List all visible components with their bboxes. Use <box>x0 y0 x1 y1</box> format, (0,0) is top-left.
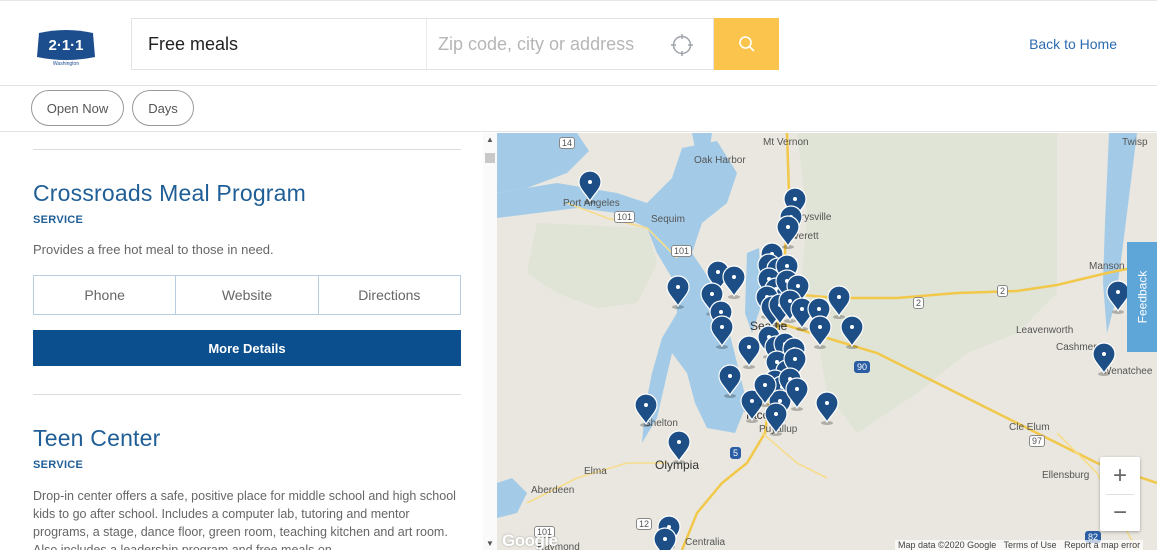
result-description: Provides a free hot meal to those in nee… <box>33 242 274 257</box>
feedback-label: Feedback <box>1135 270 1150 324</box>
map-pin-icon[interactable] <box>808 315 832 349</box>
divider <box>33 149 461 150</box>
search-button[interactable] <box>714 18 779 70</box>
results-scrollbar[interactable]: ▲ ▼ <box>483 133 497 550</box>
result-type: SERVICE <box>33 459 84 471</box>
logo-text: 2·1·1 <box>48 37 83 54</box>
open-now-filter[interactable]: Open Now <box>31 90 124 126</box>
back-to-home-link[interactable]: Back to Home <box>1029 36 1117 52</box>
map-pin-icon[interactable] <box>776 215 800 249</box>
crosshair-icon[interactable] <box>670 33 694 57</box>
phone-button[interactable]: Phone <box>34 276 177 314</box>
results-list: Crossroads Meal Program SERVICE Provides… <box>0 133 482 550</box>
zoom-control: + − <box>1100 457 1140 531</box>
map-pin-icon[interactable] <box>737 335 761 369</box>
map-pin-icon[interactable] <box>827 285 851 319</box>
search-icon <box>738 36 755 52</box>
map-pin-icon[interactable] <box>578 170 602 204</box>
scroll-down-icon[interactable]: ▼ <box>486 539 494 548</box>
zoom-out-button[interactable]: − <box>1100 494 1140 531</box>
map-pin-icon[interactable] <box>764 402 788 436</box>
search-input[interactable]: Free meals <box>131 18 426 70</box>
logo-subtext: Washington <box>53 61 79 67</box>
header-topline <box>0 0 1157 1</box>
map-pin-icon[interactable] <box>653 527 677 550</box>
directions-button[interactable]: Directions <box>319 276 460 314</box>
days-filter[interactable]: Days <box>132 90 194 126</box>
filter-bar: Open Now Days <box>0 86 1157 132</box>
result-actions: Phone Website Directions <box>33 275 461 315</box>
report-map-error-link[interactable]: Report a map error <box>1064 540 1140 550</box>
result-description: Drop-in center offers a safe, positive p… <box>33 489 456 550</box>
location-input-placeholder: Zip code, city or address <box>438 33 635 54</box>
map-data-attribution: Map data ©2020 Google <box>898 540 997 550</box>
map-pin-icon[interactable] <box>710 315 734 349</box>
google-logo: Google <box>502 531 558 550</box>
map-pin-icon[interactable] <box>1106 280 1130 314</box>
map-pin-icon[interactable] <box>667 430 691 464</box>
map-pin-icon[interactable] <box>840 315 864 349</box>
map-pin-icon[interactable] <box>634 393 658 427</box>
map-pin-icon[interactable] <box>722 265 746 299</box>
feedback-tab[interactable]: Feedback <box>1127 242 1157 352</box>
result-title[interactable]: Crossroads Meal Program <box>33 180 306 207</box>
zoom-in-button[interactable]: + <box>1100 457 1140 494</box>
terms-of-use-link[interactable]: Terms of Use <box>1004 540 1057 550</box>
map-pin-icon[interactable] <box>815 391 839 425</box>
search-input-value: Free meals <box>148 33 239 54</box>
map-pin-icon[interactable] <box>1092 342 1116 376</box>
map-pin-icon[interactable] <box>666 275 690 309</box>
scroll-thumb[interactable] <box>485 153 495 163</box>
map-pin-icon[interactable] <box>718 364 742 398</box>
zoom-separator <box>1106 494 1134 495</box>
divider <box>33 394 461 395</box>
marker-layer <box>578 170 1130 550</box>
website-button[interactable]: Website <box>176 276 319 314</box>
header: 2·1·1 Washington Free meals Zip code, ci… <box>0 0 1157 86</box>
map-footer: Map data ©2020 Google Terms of Use Repor… <box>895 540 1144 550</box>
logo-211-washington[interactable]: 2·1·1 Washington <box>33 27 99 67</box>
result-type: SERVICE <box>33 214 84 226</box>
more-details-button[interactable]: More Details <box>33 330 461 366</box>
scroll-up-icon[interactable]: ▲ <box>486 135 494 144</box>
map[interactable]: Mt Vernon Twisp Oak Harbor Port Angeles … <box>497 133 1157 550</box>
result-title[interactable]: Teen Center <box>33 425 161 452</box>
